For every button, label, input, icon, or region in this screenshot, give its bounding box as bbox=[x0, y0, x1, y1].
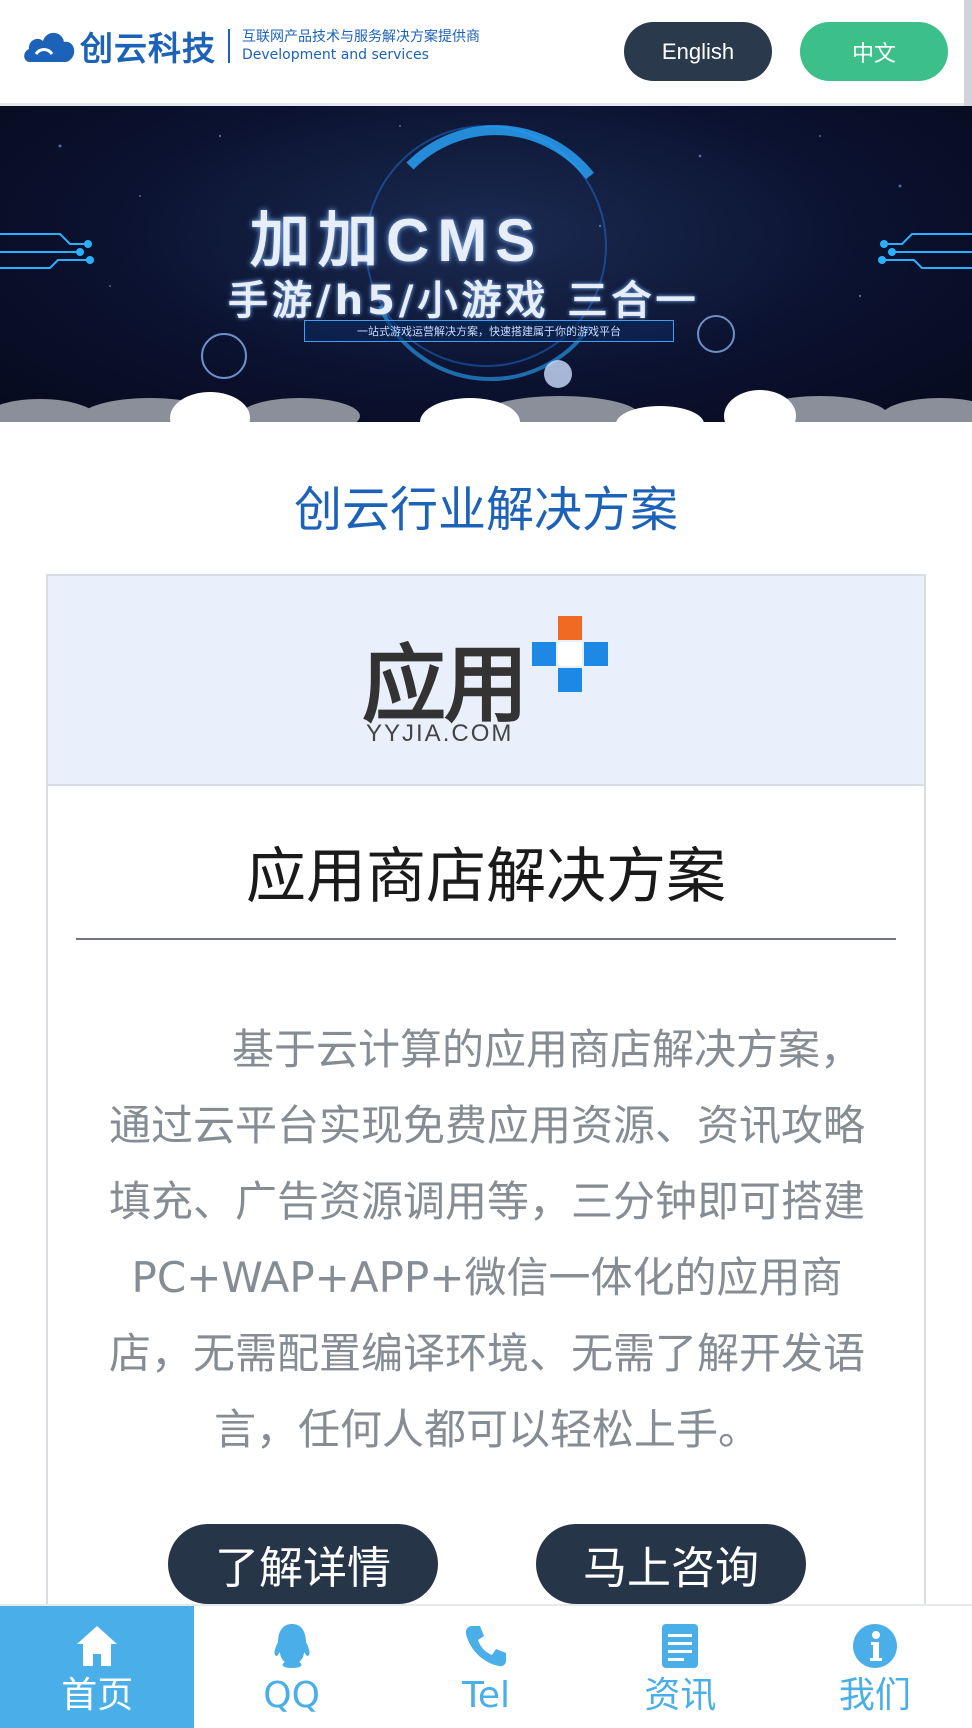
nav-label-about: 我们 bbox=[838, 1675, 911, 1716]
solution-card: 应用 YYJIA.COM 应用商店解决方案 基于云计算的应用商店解决方案，通过云… bbox=[46, 574, 926, 1728]
logo-divider bbox=[228, 29, 230, 63]
divider bbox=[76, 938, 896, 940]
hero-banner[interactable]: 加加CMS 手游/h5/小游戏 三合一 一站式游戏运营解决方案，快速搭建属于你的… bbox=[0, 106, 972, 426]
bottom-nav: 首页 QQ Tel 资讯 我们 bbox=[0, 1604, 972, 1728]
logo[interactable]: 创云科技 互联网产品技术与服务解决方案提供商 Development and s… bbox=[22, 22, 480, 70]
yyjia-domain: YYJIA.COM bbox=[366, 720, 514, 747]
logo-name: 创云科技 bbox=[80, 29, 216, 68]
nav-item-qq[interactable]: QQ bbox=[194, 1606, 388, 1728]
tagline-en: Development and services bbox=[242, 47, 429, 63]
cloud-logo-icon bbox=[24, 32, 75, 62]
plus-blocks-icon bbox=[532, 616, 608, 692]
nav-label-tel: Tel bbox=[462, 1675, 511, 1716]
nav-item-home[interactable]: 首页 bbox=[0, 1606, 195, 1728]
card-heading: 应用商店解决方案 bbox=[246, 842, 726, 912]
consult-now-button[interactable]: 马上咨询 bbox=[536, 1524, 806, 1604]
banner-title: 加加CMS bbox=[250, 207, 544, 274]
nav-label-news: 资讯 bbox=[644, 1675, 717, 1716]
english-button[interactable]: English bbox=[624, 22, 772, 81]
card-description-text: 基于云计算的应用商店解决方案，通过云平台实现免费应用资源、资讯攻略填充、广告资源… bbox=[108, 1025, 865, 1454]
home-icon bbox=[77, 1626, 118, 1666]
section-title: 创云行业解决方案 bbox=[293, 482, 678, 538]
nav-label-qq: QQ bbox=[263, 1675, 320, 1716]
nav-item-news[interactable]: 资讯 bbox=[583, 1606, 777, 1728]
tagline-cn: 互联网产品技术与服务解决方案提供商 bbox=[242, 29, 480, 45]
nav-item-about[interactable]: 我们 bbox=[778, 1606, 972, 1728]
banner-caption: 一站式游戏运营解决方案，快速搭建属于你的游戏平台 bbox=[304, 320, 674, 342]
banner-subtitle: 手游/h5/小游戏 三合一 bbox=[228, 278, 700, 324]
card-logo-area: 应用 YYJIA.COM bbox=[48, 576, 924, 786]
chinese-button[interactable]: 中文 bbox=[800, 22, 948, 81]
page: 创云科技 互联网产品技术与服务解决方案提供商 Development and s… bbox=[0, 0, 972, 1728]
phone-icon bbox=[465, 1626, 507, 1667]
logo-tagline: 互联网产品技术与服务解决方案提供商 Development and servic… bbox=[242, 28, 480, 64]
qq-icon bbox=[274, 1624, 310, 1668]
nav-label-home: 首页 bbox=[61, 1675, 134, 1716]
info-icon bbox=[852, 1624, 897, 1668]
card-description: 基于云计算的应用商店解决方案，通过云平台实现免费应用资源、资讯攻略填充、广告资源… bbox=[92, 1012, 882, 1468]
learn-more-button[interactable]: 了解详情 bbox=[168, 1524, 438, 1604]
nav-item-tel[interactable]: Tel bbox=[389, 1606, 583, 1728]
header: 创云科技 互联网产品技术与服务解决方案提供商 Development and s… bbox=[0, 0, 972, 106]
document-icon bbox=[662, 1624, 699, 1668]
